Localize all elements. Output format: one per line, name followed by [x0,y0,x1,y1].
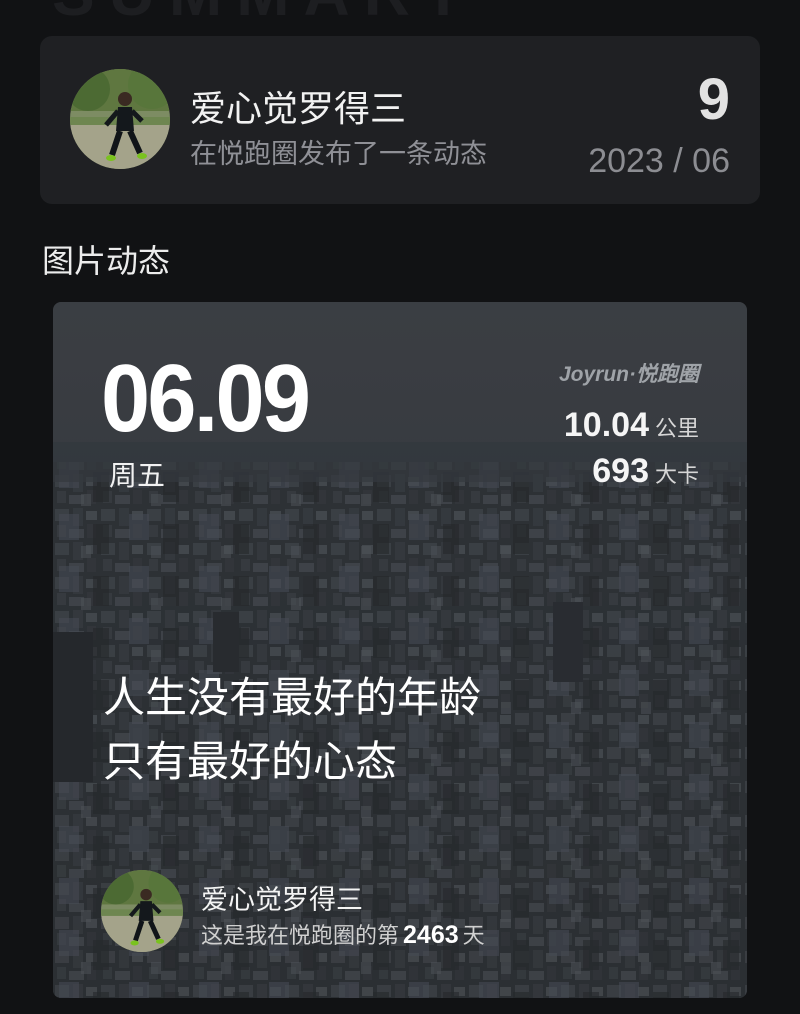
distance-unit: 公里 [654,417,699,442]
header-subtitle: 在悦跑圈发布了一条动态 [190,139,487,170]
post-date: 06.09 [101,345,311,452]
footer-days-line: 这是我在悦跑圈的第 2463 天 [201,918,485,950]
slogan: 人生没有最好的年龄 只有最好的心态 [103,666,481,794]
runner-avatar-icon [101,870,183,952]
footer-suffix: 天 [462,924,485,949]
footer-prefix: 这是我在悦跑圈的第 [201,924,400,949]
footer-username: 爱心觉罗得三 [201,885,363,916]
joyrun-logo: Joyrun·悦跑圈 [558,363,699,386]
slogan-line-1: 人生没有最好的年龄 [103,673,482,722]
post-header-card[interactable]: 爱心觉罗得三 在悦跑圈发布了一条动态 9 2023 / 06 [40,36,760,204]
calories-value: 693 [592,452,649,490]
slogan-line-2: 只有最好的心态 [103,737,398,786]
calories-unit: 大卡 [654,463,699,488]
header-year-month: 2023 / 06 [588,142,730,180]
post-image-card[interactable]: 06.09 周五 Joyrun·悦跑圈 10.04 公里 693 大卡 人生没有最好… [53,302,747,998]
runner-avatar-icon [70,69,170,169]
post-weekday: 周五 [109,459,166,492]
header-username[interactable]: 爱心觉罗得三 [190,80,406,132]
ghost-title: SUMMARY [52,0,478,30]
header-day: 9 [697,67,730,132]
page: SUMMARY 爱心觉罗得三 在悦跑圈发布了一条动态 9 2 [0,0,800,1014]
distance-stat: 10.04 公里 [564,406,699,445]
section-label: 图片动态 [42,242,171,280]
avatar[interactable] [70,69,170,169]
footer-avatar [101,870,183,952]
distance-value: 10.04 [563,406,649,444]
calories-stat: 693 大卡 [592,452,699,491]
footer-days-count: 2463 [403,921,459,949]
